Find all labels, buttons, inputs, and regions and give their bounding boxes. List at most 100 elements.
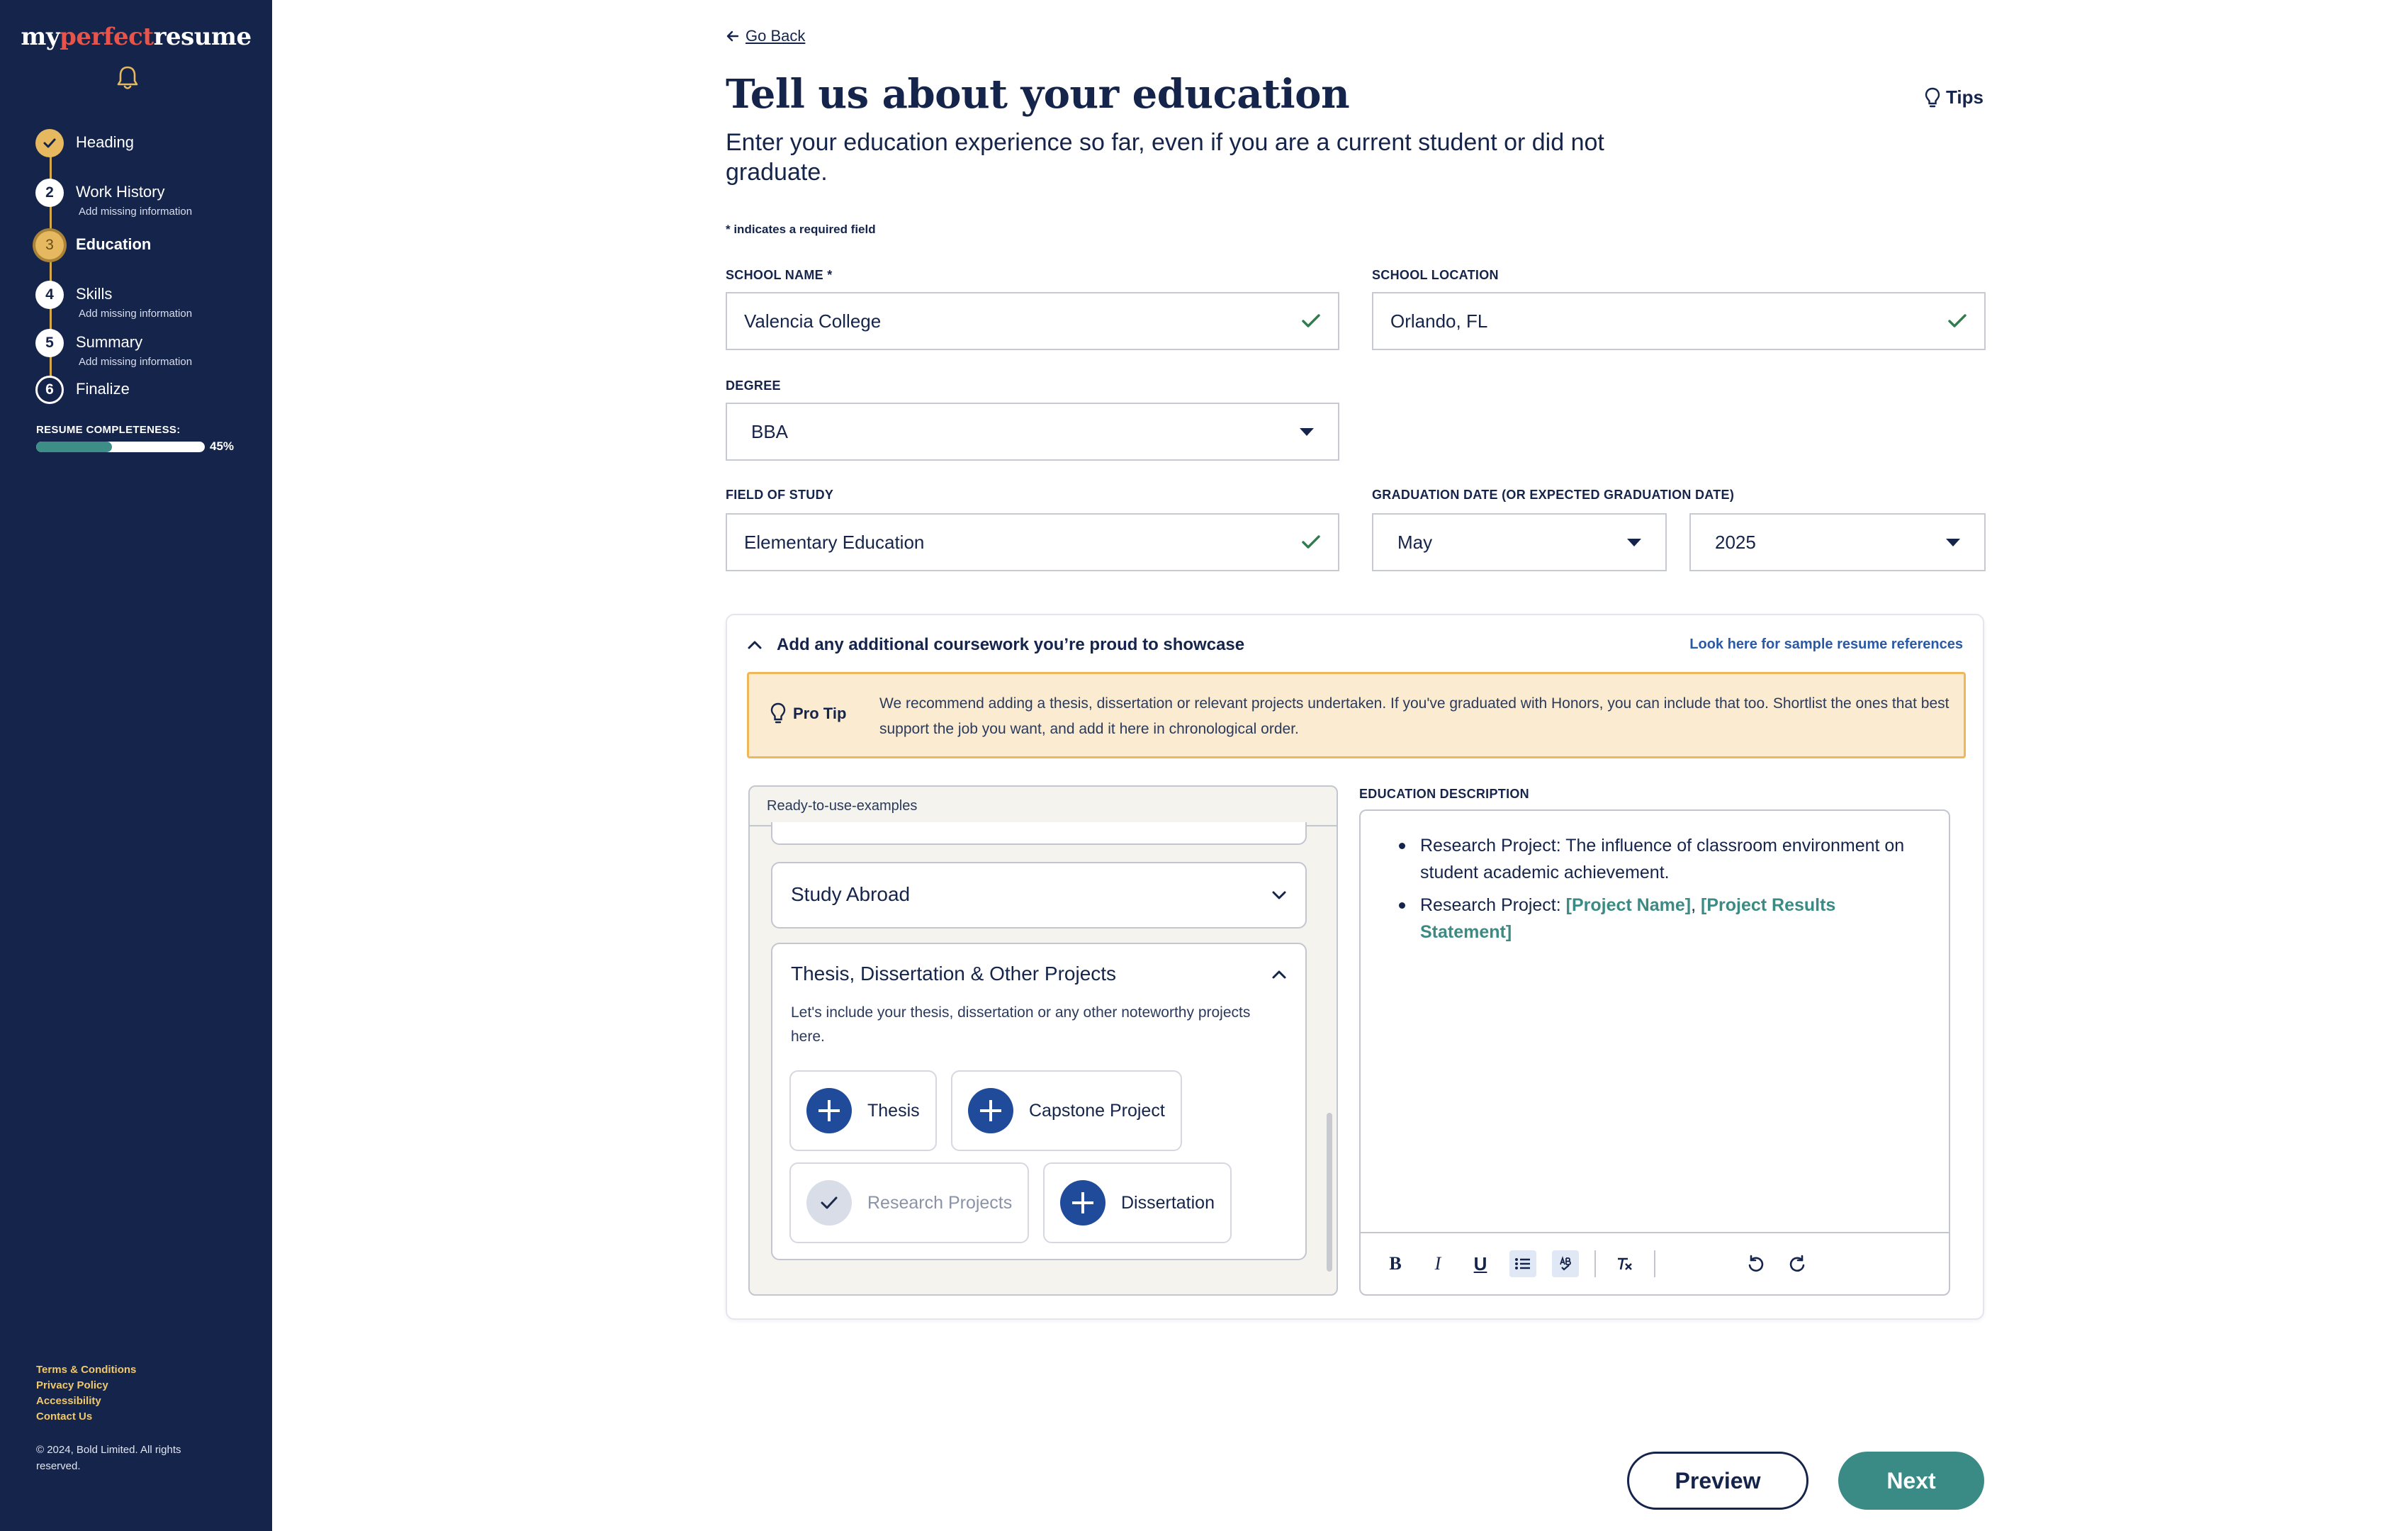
step-heading[interactable]: Heading — [35, 129, 262, 157]
education-description-label: EDUCATION DESCRIPTION — [1359, 787, 1529, 801]
sample-references-link[interactable]: Look here for sample resume references — [1689, 636, 1963, 653]
step-summary[interactable]: 5 Summary Add missing information — [35, 329, 262, 368]
placeholder-project-name: [Project Name] — [1565, 895, 1692, 915]
spellcheck-icon[interactable] — [1552, 1250, 1579, 1277]
plus-icon — [1060, 1180, 1105, 1226]
redo-icon[interactable] — [1784, 1250, 1811, 1277]
preview-button[interactable]: Preview — [1627, 1452, 1808, 1510]
bullet-text: Research Project: — [1420, 895, 1566, 915]
coursework-title: Add any additional coursework you’re pro… — [777, 635, 1245, 654]
arrow-left-icon — [726, 30, 739, 42]
clear-format-icon[interactable] — [1611, 1250, 1638, 1277]
pro-tip-title: Pro Tip — [793, 705, 847, 722]
chip-dissertation[interactable]: Dissertation — [1043, 1162, 1232, 1243]
step-finalize[interactable]: 6 Finalize — [35, 376, 262, 404]
graduation-year-select[interactable]: 2025 — [1689, 513, 1986, 571]
field-of-study-label: FIELD OF STUDY — [726, 488, 834, 502]
page-title: Tell us about your education — [726, 71, 1350, 118]
chip-thesis[interactable]: Thesis — [789, 1070, 937, 1151]
step-skills[interactable]: 4 Skills Add missing information — [35, 281, 262, 320]
lightbulb-icon — [770, 702, 786, 724]
chevron-up-icon[interactable] — [1271, 970, 1287, 980]
graduation-month-select[interactable]: May — [1372, 513, 1667, 571]
step-number: 5 — [35, 329, 64, 357]
graduation-month-value: May — [1397, 531, 1433, 553]
description-list: Research Project: The influence of class… — [1399, 832, 1909, 951]
bullet-list-icon[interactable] — [1509, 1250, 1536, 1277]
school-name-input[interactable]: Valencia College — [726, 292, 1339, 350]
required-note: * indicates a required field — [726, 223, 876, 236]
check-icon — [806, 1180, 852, 1226]
step-label: Skills — [76, 285, 113, 303]
coursework-toggle[interactable]: Add any additional coursework you’re pro… — [747, 635, 1244, 655]
caret-down-icon — [1946, 538, 1960, 546]
tips-label: Tips — [1946, 86, 1984, 108]
tips-button[interactable]: Tips — [1925, 86, 1984, 108]
go-back-label: Go Back — [746, 27, 806, 45]
check-icon — [35, 129, 64, 157]
chevron-up-icon — [748, 641, 762, 649]
pro-tip-label: Pro Tip — [770, 702, 846, 725]
step-label: Work History — [76, 183, 165, 201]
step-sublabel: Add missing information — [79, 356, 193, 368]
school-location-value: Orlando, FL — [1390, 310, 1488, 332]
field-of-study-input[interactable]: Elementary Education — [726, 513, 1339, 571]
step-number: 2 — [35, 179, 64, 207]
card-thesis-projects: Thesis, Dissertation & Other Projects Le… — [771, 943, 1307, 1260]
chip-capstone-project[interactable]: Capstone Project — [951, 1070, 1182, 1151]
collapsed-card-stub[interactable] — [771, 822, 1307, 845]
undo-icon[interactable] — [1742, 1250, 1769, 1277]
step-education[interactable]: 3 Education — [35, 231, 262, 259]
completeness-percent: 45% — [210, 439, 235, 453]
bell-icon[interactable] — [116, 65, 139, 91]
go-back-link[interactable]: Go Back — [726, 27, 805, 45]
bullet-separator: , — [1691, 895, 1701, 915]
card-study-abroad[interactable]: Study Abroad — [771, 862, 1307, 929]
field-of-study-value: Elementary Education — [744, 531, 925, 553]
caret-down-icon — [1300, 427, 1314, 436]
examples-header: Ready-to-use-examples — [750, 787, 1337, 826]
completeness-fill — [36, 442, 113, 452]
degree-select[interactable]: BBA — [726, 403, 1339, 461]
card-description: Let's include your thesis, dissertation … — [791, 1004, 1251, 1045]
italic-icon[interactable]: I — [1424, 1250, 1451, 1277]
step-label: Education — [76, 235, 152, 253]
main-content: Go Back Tell us about your education Tip… — [272, 0, 2408, 1531]
step-work-history[interactable]: 2 Work History Add missing information — [35, 179, 262, 218]
step-sublabel: Add missing information — [79, 308, 193, 320]
school-location-input[interactable]: Orlando, FL — [1372, 292, 1986, 350]
step-number: 6 — [35, 376, 64, 404]
underline-icon[interactable]: U — [1467, 1250, 1494, 1277]
step-sublabel: Add missing information — [79, 206, 193, 218]
examples-scrollbar[interactable] — [1327, 1113, 1332, 1272]
education-description-editor[interactable]: Research Project: The influence of class… — [1359, 809, 1950, 1296]
copyright: © 2024, Bold Limited. All rights reserve… — [36, 1444, 181, 1472]
pro-tip-text: We recommend adding a thesis, dissertati… — [879, 695, 1950, 737]
footer-link-privacy[interactable]: Privacy Policy — [36, 1378, 136, 1393]
step-label: Summary — [76, 333, 143, 351]
chip-label: Thesis — [867, 1100, 920, 1121]
plus-icon — [806, 1088, 852, 1133]
school-location-label: SCHOOL LOCATION — [1372, 268, 1499, 282]
footer-link-accessibility[interactable]: Accessibility — [36, 1393, 136, 1409]
step-label: Heading — [76, 133, 134, 151]
chip-label: Dissertation — [1121, 1192, 1215, 1213]
degree-value: BBA — [751, 420, 789, 442]
plus-icon — [968, 1088, 1013, 1133]
coursework-panel: Add any additional coursework you’re pro… — [726, 614, 1984, 1320]
toolbar-divider — [1594, 1250, 1596, 1277]
chip-research-projects[interactable]: Research Projects — [789, 1162, 1030, 1243]
pro-tip-box: Pro Tip We recommend adding a thesis, di… — [747, 672, 1966, 758]
chevron-down-icon — [1272, 891, 1286, 899]
logo[interactable]: myperfectresume — [0, 23, 272, 51]
valid-check-icon — [1302, 535, 1320, 549]
valid-check-icon — [1948, 314, 1967, 327]
sidebar: myperfectresume Heading 2 Work History A… — [0, 0, 272, 1531]
school-name-value: Valencia College — [744, 310, 882, 332]
next-button[interactable]: Next — [1838, 1452, 1984, 1510]
bold-icon[interactable]: B — [1382, 1250, 1409, 1277]
footer-links: Terms & Conditions Privacy Policy Access… — [36, 1362, 136, 1425]
graduation-date-label: GRADUATION DATE (OR EXPECTED GRADUATION … — [1372, 488, 1735, 502]
footer-link-terms[interactable]: Terms & Conditions — [36, 1362, 136, 1378]
footer-link-contact[interactable]: Contact Us — [36, 1409, 136, 1425]
